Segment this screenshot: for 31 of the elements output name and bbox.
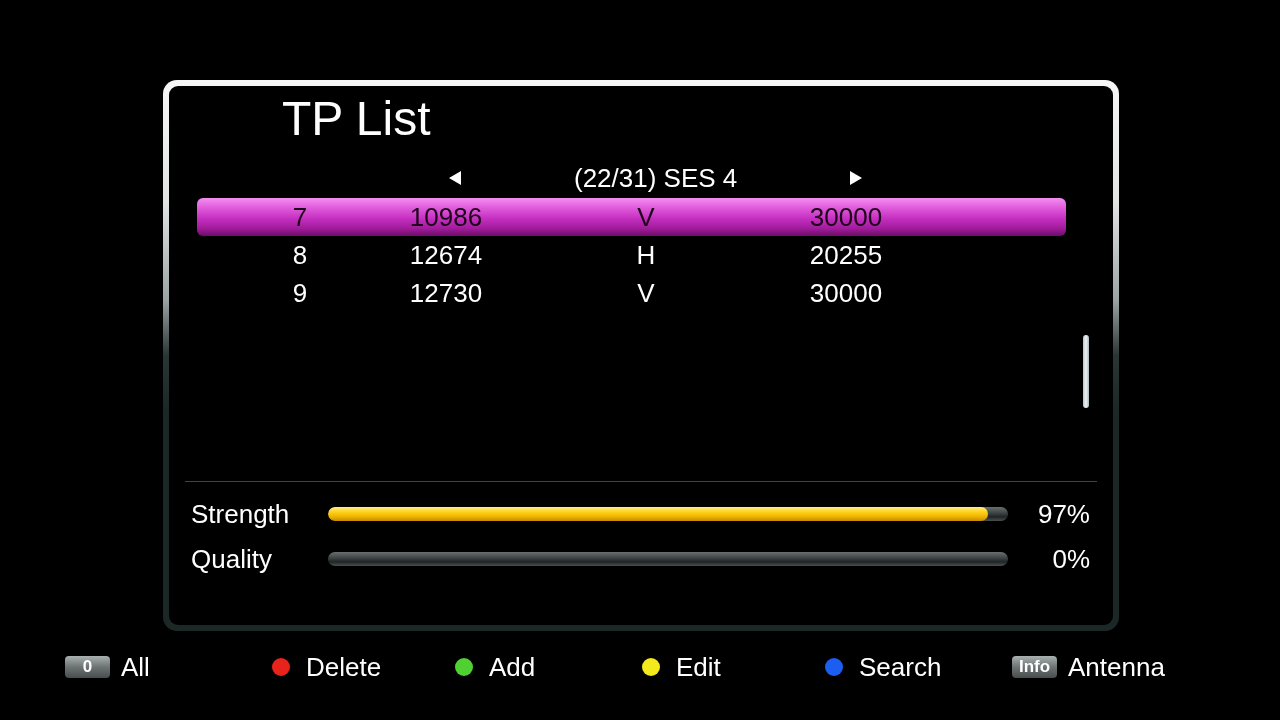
meter-reading: 97%	[1037, 498, 1090, 529]
legend-label: Search	[859, 652, 942, 682]
meter-reading: 0%	[1052, 543, 1090, 574]
legend-label: Antenna	[1068, 652, 1165, 682]
legend-label: Delete	[306, 652, 382, 682]
screen-title: TP List	[282, 91, 431, 147]
table-cell: 7	[292, 202, 308, 232]
legend-label: Edit	[676, 652, 721, 682]
legend-label: Add	[489, 652, 536, 682]
signal-label: Strength	[191, 498, 290, 529]
triangle-right-icon[interactable]	[850, 171, 863, 185]
table-cell: 30000	[809, 202, 883, 232]
triangle-left-icon[interactable]	[449, 171, 461, 185]
table-cell: 8	[292, 240, 308, 270]
list-row[interactable]: 9 12730 V 30000	[197, 274, 1066, 312]
table-cell: 12730	[409, 278, 483, 308]
table-cell: 20255	[809, 240, 883, 270]
table-cell: V	[637, 278, 655, 308]
legend-label: All	[121, 652, 150, 682]
remote-key: Info	[1012, 656, 1057, 678]
table-cell: 30000	[809, 278, 883, 308]
table-cell: H	[636, 240, 656, 270]
list-row[interactable]: 7 10986 V 30000	[197, 198, 1066, 236]
signal-label: Quality	[191, 543, 272, 574]
table-cell: 9	[292, 278, 308, 308]
table-cell: 10986	[409, 202, 483, 232]
table-cell: 12674	[409, 240, 483, 270]
satellite-name: (22/31) SES 4	[574, 163, 738, 193]
list-row[interactable]: 8 12674 H 20255	[197, 236, 1066, 274]
remote-key: 0	[65, 656, 110, 678]
table-cell: V	[637, 202, 655, 232]
